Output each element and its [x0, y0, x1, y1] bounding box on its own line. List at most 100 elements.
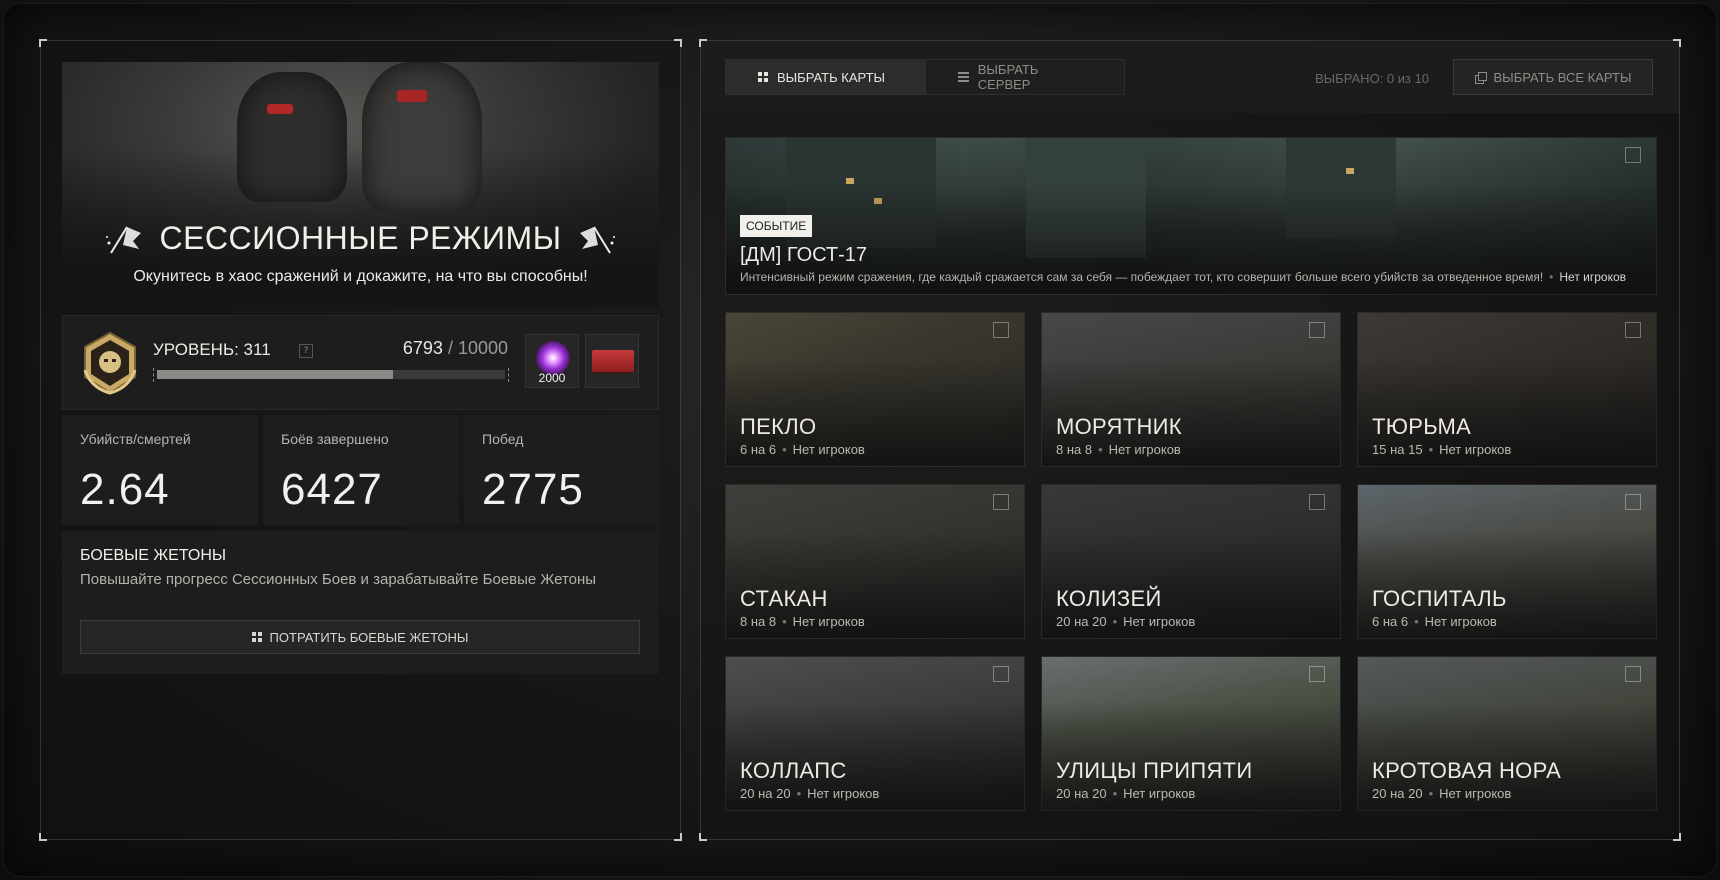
map-checkbox[interactable] — [1625, 322, 1641, 338]
map-size: 15 на 15 — [1372, 442, 1423, 457]
map-size: 8 на 8 — [1056, 442, 1093, 457]
map-players: Нет игроков — [1439, 786, 1512, 801]
hero-subtitle: Окунитесь в хаос сражений и докажите, на… — [133, 268, 588, 285]
copy-icon — [1474, 71, 1487, 84]
map-meta: 15 на 15 • Нет игроков — [1372, 442, 1511, 457]
stat-wins: Побед 2775 — [464, 415, 660, 525]
stat-value: 2.64 — [80, 465, 170, 514]
separator-dot: • — [1112, 786, 1118, 801]
separator-dot: • — [1098, 442, 1103, 457]
map-checkbox[interactable] — [1625, 494, 1641, 510]
tab-label: ВЫБРАТЬ СЕРВЕР — [977, 62, 1039, 92]
map-meta: 20 на 20 • Нет игроков — [1372, 786, 1511, 801]
event-badge: СОБЫТИЕ — [740, 215, 813, 237]
map-card[interactable]: КРОТОВАЯ НОРА 20 на 20 • Нет игроков — [1357, 656, 1657, 811]
map-card[interactable]: ПЕКЛО 6 на 6 • Нет игроков — [725, 312, 1025, 467]
featured-map-card[interactable]: СОБЫТИЕ [ДМ] ГОСТ-17 Интенсивный режим с… — [725, 137, 1657, 295]
map-players: Нет игроков — [792, 442, 865, 457]
map-card[interactable]: ГОСПИТАЛЬ 6 на 6 • Нет игроков — [1357, 484, 1657, 639]
stat-value: 6427 — [281, 465, 383, 514]
xp-current: 6793 — [402, 338, 443, 358]
map-name: УЛИЦЫ ПРИПЯТИ — [1056, 758, 1253, 783]
map-meta: 6 на 6 • Нет игроков — [740, 442, 865, 457]
map-meta: 20 на 20 • Нет игроков — [1056, 786, 1195, 801]
rank-badge-icon — [83, 331, 137, 395]
map-checkbox[interactable] — [993, 322, 1009, 338]
stat-label: Убийств/смертей — [80, 431, 191, 447]
map-meta: 20 на 20 • Нет игроков — [740, 786, 879, 801]
map-name: СТАКАН — [740, 586, 828, 611]
help-icon[interactable]: ? — [299, 344, 313, 358]
separator-dot: • — [1549, 270, 1554, 284]
separator-dot: • — [1414, 614, 1419, 629]
map-name: ТЮРЬМА — [1372, 414, 1472, 439]
spend-tokens-button[interactable]: ПОТРАТИТЬ БОЕВЫЕ ЖЕТОНЫ — [80, 620, 640, 654]
map-players: Нет игроков — [1123, 786, 1196, 801]
map-checkbox[interactable] — [993, 494, 1009, 510]
map-size: 6 на 6 — [740, 442, 777, 457]
map-size: 20 на 20 — [740, 786, 791, 801]
map-checkbox[interactable] — [1625, 666, 1641, 682]
map-name: КОЛЛАПС — [740, 758, 847, 783]
tab-label: ВЫБРАТЬ КАРТЫ — [777, 69, 886, 85]
reward-orb[interactable]: 2000 — [525, 334, 579, 388]
level-progress-fill — [157, 370, 394, 379]
separator-dot: • — [1428, 442, 1434, 457]
stat-label: Побед — [482, 431, 524, 447]
reward-crate[interactable] — [585, 334, 639, 388]
map-card[interactable]: КОЛИЗЕЙ 20 на 20 • Нет игроков — [1041, 484, 1341, 639]
map-toolbar: ВЫБРАТЬ КАРТЫ ВЫБРАТЬ СЕРВЕР ВЫБРАНО: 0 … — [701, 41, 1679, 113]
hero-title-text: СЕССИОННЫЕ РЕЖИМЫ — [159, 220, 562, 256]
flag-right-icon — [579, 225, 615, 254]
level-progress-bar — [153, 368, 509, 382]
level-box: УРОВЕНЬ: 311 ? 6793 / 10000 2000 — [62, 315, 659, 410]
map-name: ГОСПИТАЛЬ — [1372, 586, 1507, 611]
map-players: Нет игроков — [1424, 614, 1497, 629]
select-all-maps-button[interactable]: ВЫБРАТЬ ВСЕ КАРТЫ — [1453, 59, 1653, 95]
hero-banner: СЕССИОННЫЕ РЕЖИМЫ Окунитесь в хаос сраже… — [62, 62, 659, 307]
map-meta: 8 на 8 • Нет игроков — [1056, 442, 1181, 457]
map-card[interactable]: СТАКАН 8 на 8 • Нет игроков — [725, 484, 1025, 639]
page-title: СЕССИОННЫЕ РЕЖИМЫ — [62, 220, 659, 257]
orb-icon — [536, 341, 570, 375]
tab-select-server[interactable]: ВЫБРАТЬ СЕРВЕР — [925, 59, 1125, 95]
selected-count: ВЫБРАНО: 0 из 10 — [1315, 71, 1430, 86]
map-checkbox[interactable] — [1309, 322, 1325, 338]
grid-icon — [251, 632, 262, 642]
map-card[interactable]: МОРЯТНИК 8 на 8 • Нет игроков — [1041, 312, 1341, 467]
map-name: КОЛИЗЕЙ — [1056, 586, 1162, 611]
map-name: ПЕКЛО — [740, 414, 817, 439]
map-card[interactable]: КОЛЛАПС 20 на 20 • Нет игроков — [725, 656, 1025, 811]
map-players: Нет игроков — [792, 614, 865, 629]
map-checkbox[interactable] — [1309, 666, 1325, 682]
spend-tokens-label: ПОТРАТИТЬ БОЕВЫЕ ЖЕТОНЫ — [269, 629, 469, 645]
map-card[interactable]: УЛИЦЫ ПРИПЯТИ 20 на 20 • Нет игроков — [1041, 656, 1341, 811]
map-checkbox[interactable] — [1625, 147, 1641, 163]
grid-icon — [758, 72, 768, 82]
tab-select-maps[interactable]: ВЫБРАТЬ КАРТЫ — [725, 59, 925, 95]
separator-dot: • — [796, 786, 802, 801]
map-description-text: Интенсивный режим сражения, где каждый с… — [740, 270, 1544, 284]
map-card[interactable]: ТЮРЬМА 15 на 15 • Нет игроков — [1357, 312, 1657, 467]
map-checkbox[interactable] — [1309, 494, 1325, 510]
map-checkbox[interactable] — [993, 666, 1009, 682]
xp-readout: 6793 / 10000 — [403, 338, 508, 359]
map-description: Интенсивный режим сражения, где каждый с… — [740, 270, 1626, 284]
tab-bar: ВЫБРАТЬ КАРТЫ ВЫБРАТЬ СЕРВЕР — [725, 59, 1125, 95]
stat-kd: Убийств/смертей 2.64 — [62, 415, 258, 525]
stat-value: 2775 — [482, 465, 584, 514]
select-all-label: ВЫБРАТЬ ВСЕ КАРТЫ — [1493, 69, 1632, 85]
flag-left-icon — [106, 225, 142, 254]
stat-label: Боёв завершено — [281, 431, 389, 447]
map-players: Нет игроков — [807, 786, 880, 801]
map-name: КРОТОВАЯ НОРА — [1372, 758, 1562, 783]
map-meta: 6 на 6 • Нет игроков — [1372, 614, 1497, 629]
map-size: 8 на 8 — [740, 614, 777, 629]
map-meta: 20 на 20 • Нет игроков — [1056, 614, 1195, 629]
map-players: Нет игроков — [1108, 442, 1181, 457]
map-players: Нет игроков — [1123, 614, 1196, 629]
separator-dot: • — [1112, 614, 1118, 629]
map-size: 6 на 6 — [1372, 614, 1409, 629]
crate-icon — [592, 350, 634, 372]
battle-tokens-box: БОЕВЫЕ ЖЕТОНЫ Повышайте прогресс Сессион… — [62, 531, 659, 674]
